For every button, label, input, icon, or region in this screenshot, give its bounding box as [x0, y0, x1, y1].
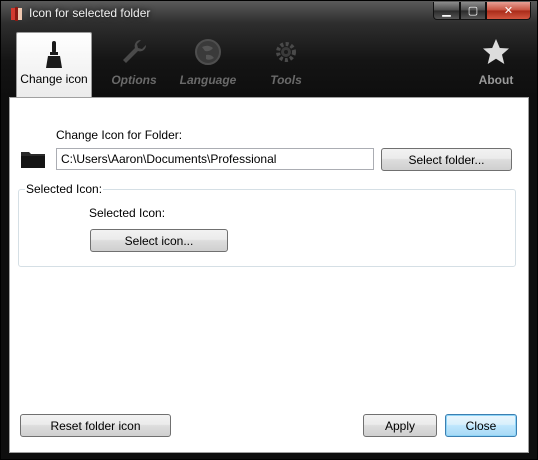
close-button[interactable]: Close	[445, 414, 517, 437]
selected-icon-group-title: Selected Icon:	[25, 182, 104, 196]
tab-options-label: Options	[111, 73, 157, 87]
reset-folder-icon-button[interactable]: Reset folder icon	[20, 414, 171, 437]
select-folder-button[interactable]: Select folder...	[381, 148, 512, 171]
select-icon-button-label: Select icon...	[124, 233, 194, 248]
tab-change-icon-label: Change icon	[20, 72, 88, 86]
globe-icon	[195, 39, 221, 65]
tab-options[interactable]: Options	[97, 31, 171, 97]
apply-button[interactable]: Apply	[363, 414, 437, 437]
apply-button-label: Apply	[384, 418, 416, 433]
app-window: Icon for selected folder ▁ ▢ ✕ Change ic…	[0, 0, 538, 460]
close-window-button[interactable]: ✕	[486, 2, 531, 20]
toolbar: Change icon Options Language Tools About	[1, 27, 537, 98]
maximize-icon: ▢	[467, 5, 479, 17]
selected-icon-group: Selected Icon: Selected Icon: Select ico…	[18, 182, 516, 267]
tab-tools-label: Tools	[270, 73, 302, 87]
folder-path-input[interactable]	[56, 148, 374, 170]
minimize-button[interactable]: ▁	[433, 2, 460, 20]
minimize-icon: ▁	[442, 5, 451, 17]
tab-about-label: About	[478, 73, 514, 87]
folder-icon	[21, 152, 45, 168]
close-icon: ✕	[503, 5, 514, 17]
reset-folder-icon-button-label: Reset folder icon	[50, 418, 141, 433]
tab-change-icon[interactable]: Change icon	[16, 32, 92, 98]
window-controls: ▁ ▢ ✕	[433, 2, 531, 20]
tab-language[interactable]: Language	[171, 31, 245, 97]
wrench-icon	[123, 39, 147, 63]
tab-tools[interactable]: Tools	[249, 31, 323, 97]
app-logo-icon	[11, 7, 22, 21]
tab-about[interactable]: About	[459, 31, 533, 97]
window-title: Icon for selected folder	[29, 6, 151, 20]
content-panel: Change Icon for Folder: Select folder...…	[9, 97, 529, 453]
close-button-label: Close	[465, 418, 497, 433]
gear-icon	[276, 42, 296, 62]
star-icon	[483, 39, 509, 64]
selected-icon-label: Selected Icon:	[89, 206, 166, 220]
paintbrush-icon	[46, 41, 62, 68]
maximize-button[interactable]: ▢	[460, 2, 486, 20]
tab-language-label: Language	[179, 73, 237, 87]
change-icon-for-folder-label: Change Icon for Folder:	[56, 128, 183, 142]
title-bar[interactable]: Icon for selected folder ▁ ▢ ✕	[1, 1, 537, 27]
select-folder-button-label: Select folder...	[408, 152, 485, 167]
select-icon-button[interactable]: Select icon...	[90, 229, 228, 252]
